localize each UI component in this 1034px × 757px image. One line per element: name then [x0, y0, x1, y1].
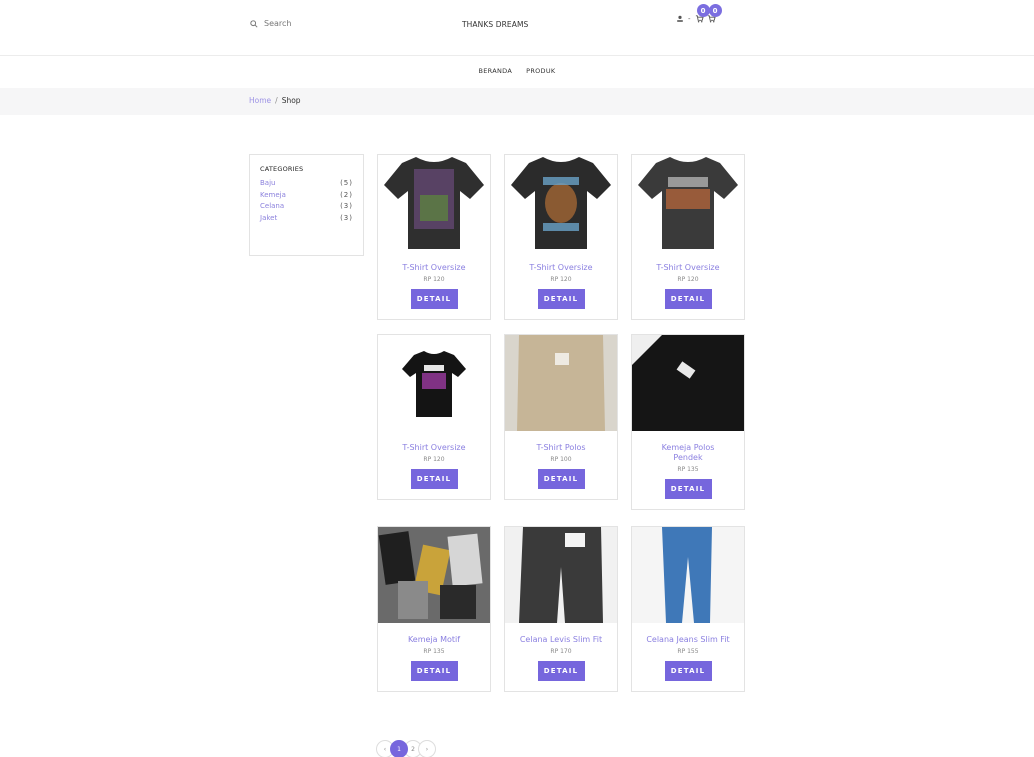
product-title[interactable]: T-Shirt Oversize [378, 443, 490, 453]
product-price: RP 120 [550, 276, 572, 283]
product-title[interactable]: T-Shirt Oversize [505, 263, 617, 273]
product-image[interactable] [378, 527, 490, 623]
detail-button[interactable]: DETAIL [537, 289, 585, 309]
site-header: THANKS DREAMS - 0 0 [0, 0, 1034, 56]
detail-button[interactable]: DETAIL [410, 469, 458, 489]
pagination: ‹ 1 2 › [376, 740, 436, 757]
breadcrumb-home[interactable]: Home [249, 96, 271, 105]
header-icons: - 0 0 [676, 4, 722, 23]
category-item-jaket[interactable]: Jaket (3) [260, 213, 353, 225]
product-price: RP 170 [550, 648, 572, 655]
detail-button[interactable]: DETAIL [410, 289, 458, 309]
product-title[interactable]: Kemeja Motif [378, 635, 490, 645]
product-price: RP 135 [677, 466, 699, 473]
product-title[interactable]: T-Shirt Oversize [632, 263, 744, 273]
breadcrumb-separator: / [275, 96, 278, 105]
product-title[interactable]: Celana Levis Slim Fit [505, 635, 617, 645]
product-title[interactable]: T-Shirt Oversize [378, 263, 490, 273]
category-sidebar: CATEGORIES Baju (5) Kemeja (2) Celana (3… [249, 154, 364, 256]
tshirt-image [638, 157, 738, 249]
product-card: Kemeja Motif RP 135 DETAIL [377, 526, 491, 692]
product-card: Celana Levis Slim Fit RP 170 DETAIL [504, 526, 618, 692]
detail-button[interactable]: DETAIL [410, 661, 458, 681]
detail-button[interactable]: DETAIL [537, 661, 585, 681]
product-title[interactable]: Kemeja Polos Pendek [632, 443, 744, 463]
category-count: (2) [340, 190, 353, 199]
breadcrumb: Home / Shop [249, 96, 301, 105]
product-price: RP 120 [677, 276, 699, 283]
category-item-kemeja[interactable]: Kemeja (2) [260, 190, 353, 202]
shirts-photo [378, 527, 490, 623]
product-card: T-Shirt Polos RP 100 DETAIL [504, 334, 618, 500]
search-box[interactable] [250, 19, 354, 28]
detail-button[interactable]: DETAIL [664, 289, 712, 309]
product-card: Kemeja Polos Pendek RP 135 DETAIL [631, 334, 745, 510]
category-title: CATEGORIES [260, 165, 304, 173]
header-divider: - [688, 15, 691, 23]
category-count: (5) [340, 179, 353, 187]
user-icon[interactable] [676, 15, 684, 23]
search-input[interactable] [264, 19, 354, 28]
product-card: T-Shirt Oversize RP 120 DETAIL [377, 334, 491, 500]
product-image[interactable] [505, 527, 617, 623]
product-image[interactable] [632, 527, 744, 623]
product-title[interactable]: T-Shirt Polos [505, 443, 617, 453]
tshirt-image [402, 351, 466, 417]
product-card: Celana Jeans Slim Fit RP 155 DETAIL [631, 526, 745, 692]
detail-button[interactable]: DETAIL [664, 479, 712, 499]
product-image[interactable] [378, 335, 490, 431]
pagination-page-1[interactable]: 1 [390, 740, 408, 757]
detail-button[interactable]: DETAIL [664, 661, 712, 681]
product-image[interactable] [378, 155, 490, 251]
category-name[interactable]: Celana [260, 201, 284, 213]
product-card: T-Shirt Oversize RP 120 DETAIL [504, 154, 618, 320]
product-price: RP 135 [423, 648, 445, 655]
category-item-baju[interactable]: Baju (5) [260, 178, 353, 190]
jeans-photo [505, 527, 617, 623]
tshirt-photo [505, 335, 617, 431]
site-brand[interactable]: THANKS DREAMS [462, 20, 528, 29]
main-nav: BERANDA PRODUK [0, 62, 1034, 82]
product-title[interactable]: Celana Jeans Slim Fit [632, 635, 744, 645]
product-price: RP 100 [550, 456, 572, 463]
search-icon [250, 19, 258, 28]
detail-button[interactable]: DETAIL [537, 469, 585, 489]
nav-item-beranda[interactable]: BERANDA [479, 62, 513, 82]
breadcrumb-bar: Home / Shop [0, 88, 1034, 115]
category-count: (3) [340, 202, 353, 210]
category-name[interactable]: Baju [260, 178, 275, 190]
category-count: (3) [340, 213, 353, 222]
jeans-photo [632, 527, 744, 623]
tshirt-image [511, 157, 611, 249]
product-image[interactable] [505, 155, 617, 251]
nav-item-produk[interactable]: PRODUK [526, 62, 555, 82]
product-image[interactable] [632, 155, 744, 251]
product-card: T-Shirt Oversize RP 120 DETAIL [377, 154, 491, 320]
product-price: RP 155 [677, 648, 699, 655]
wishlist-link[interactable]: 0 [695, 4, 710, 23]
category-item-celana[interactable]: Celana (3) [260, 201, 353, 213]
pagination-next-button[interactable]: › [418, 740, 436, 757]
product-card: T-Shirt Oversize RP 120 DETAIL [631, 154, 745, 320]
product-price: RP 120 [423, 276, 445, 283]
cart-link[interactable]: 0 [707, 4, 722, 23]
product-image[interactable] [505, 335, 617, 431]
cart-count-badge: 0 [708, 4, 722, 17]
product-price: RP 120 [423, 456, 445, 463]
shirt-photo [632, 335, 744, 431]
tshirt-image [384, 157, 484, 249]
category-name[interactable]: Kemeja [260, 190, 286, 202]
breadcrumb-current: Shop [281, 96, 301, 105]
product-image[interactable] [632, 335, 744, 431]
category-name[interactable]: Jaket [260, 213, 277, 225]
